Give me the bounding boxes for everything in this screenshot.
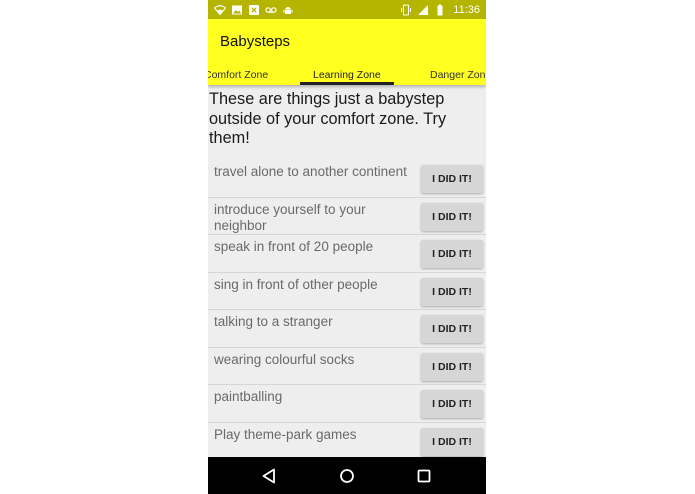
sync-icon — [249, 4, 259, 15]
i-did-it-button[interactable]: I DID IT! — [421, 277, 483, 306]
list-item: talking to a stranger I DID IT! — [208, 310, 486, 348]
i-did-it-button[interactable]: I DID IT! — [421, 202, 483, 231]
list-item: introduce yourself to your neighbor I DI… — [208, 198, 486, 235]
list-item-text: travel alone to another continent — [214, 164, 407, 179]
status-bar: 11:36 — [208, 0, 486, 19]
app-bar: Babysteps Comfort Zone Learning Zone Dan… — [208, 19, 486, 85]
status-left-icons — [214, 2, 294, 17]
tab-indicator — [300, 82, 394, 85]
image-icon — [232, 5, 242, 14]
i-did-it-button[interactable]: I DID IT! — [421, 390, 483, 418]
list-item-text: wearing colourful socks — [214, 351, 355, 367]
list-item: wearing colourful socks I DID IT! — [208, 348, 486, 385]
i-did-it-button[interactable]: I DID IT! — [421, 315, 483, 343]
tab-learning-zone[interactable]: Learning Zone — [313, 69, 381, 81]
wifi-icon — [214, 4, 226, 15]
tab-bar: Comfort Zone Learning Zone Danger Zone — [208, 66, 486, 85]
lte-signal-icon — [418, 4, 429, 15]
list-item: paintballing I DID IT! — [208, 385, 486, 423]
vibrate-icon — [401, 3, 412, 16]
list-item-text: introduce yourself to your neighbor — [214, 201, 366, 233]
home-icon[interactable] — [338, 467, 356, 485]
phone-screen: 11:36 Babysteps Comfort Zone Learning Zo… — [208, 0, 486, 494]
i-did-it-button[interactable]: I DID IT! — [421, 427, 483, 456]
list-item-text: talking to a stranger — [214, 314, 333, 329]
list-item: travel alone to another continent I DID … — [208, 160, 486, 198]
list-item: sing in front of other people I DID IT! — [208, 273, 486, 310]
list-item: speak in front of 20 people I DID IT! — [208, 235, 486, 273]
list-item-text: speak in front of 20 people — [214, 239, 374, 254]
battery-icon — [437, 4, 443, 15]
list-item-text: paintballing — [214, 389, 283, 404]
status-right-icons: 11:36 — [400, 2, 480, 17]
i-did-it-button[interactable]: I DID IT! — [421, 352, 483, 381]
list-item-text: Play theme-park games — [214, 426, 357, 442]
tab-comfort-zone[interactable]: Comfort Zone — [208, 69, 268, 81]
page-content[interactable]: These are things just a babystep outside… — [208, 86, 486, 458]
recents-icon[interactable] — [415, 467, 433, 485]
app-title: Babysteps — [220, 33, 291, 50]
babystep-list: travel alone to another continent I DID … — [208, 160, 486, 458]
tab-danger-zone[interactable]: Danger Zone — [430, 69, 486, 81]
status-time: 11:36 — [453, 3, 480, 16]
navigation-bar — [208, 457, 486, 494]
list-item: Play theme-park games I DID IT! — [208, 423, 486, 459]
i-did-it-button[interactable]: I DID IT! — [421, 240, 483, 268]
android-icon — [283, 6, 293, 14]
i-did-it-button[interactable]: I DID IT! — [421, 165, 483, 193]
voicemail-icon — [265, 6, 277, 13]
intro-text: These are things just a babystep outside… — [209, 90, 447, 147]
back-icon[interactable] — [260, 467, 278, 485]
list-item-text: sing in front of other people — [214, 276, 378, 292]
